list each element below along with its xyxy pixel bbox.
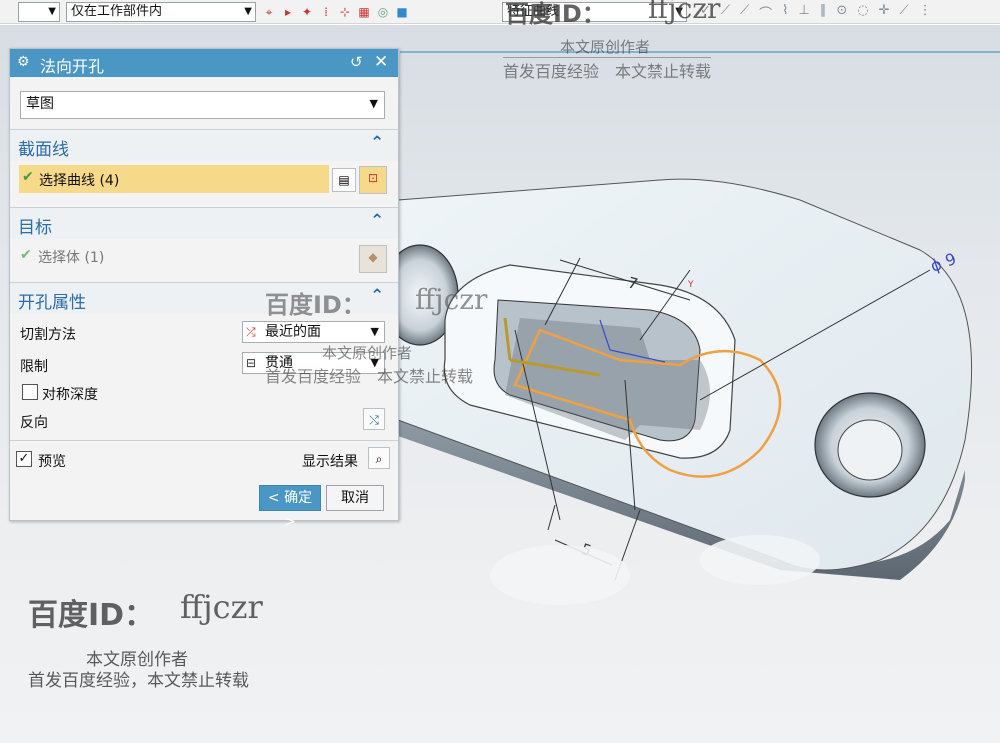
line2-icon[interactable]: ⟋: [740, 3, 749, 22]
quadrant-icon[interactable]: ◌: [857, 3, 868, 22]
select-curve-label: 选择曲线 (4): [39, 173, 120, 189]
dialog-title-bar: ⚙ 法向开孔 ↺ ✕: [10, 49, 398, 77]
chevron-down-icon: ▼: [370, 325, 379, 338]
watermark-line1-top: 本文原创作者: [560, 38, 651, 56]
toolbar-icon-group: ⌖ ▸ ✦ ⁞ ⊹ ▦ ◎ ■: [262, 3, 409, 21]
check-icon: ✔: [22, 169, 34, 185]
intersect-icon[interactable]: ✛: [879, 3, 890, 22]
cube-icon[interactable]: ■: [395, 5, 409, 19]
selection-scope-combo[interactable]: 仅在工作部件内 ▼: [66, 2, 256, 22]
top-toolbar: ▼ 仅在工作部件内 ▼ ⌖ ▸ ✦ ⁞ ⊹ ▦ ◎ ■ 特征曲线 ▼ ✓ ⟋ ⟋…: [0, 0, 1000, 24]
symmetric-depth-label: 对称深度: [42, 387, 98, 403]
ok-button[interactable]: < 确定 >: [259, 485, 321, 530]
cut-method-label: 切割方法: [20, 327, 76, 343]
cancel-button[interactable]: 取消: [326, 485, 384, 511]
dim-icon[interactable]: ⟋: [899, 3, 908, 22]
toolbar-right-icons: ✓ ⟋ ⟋ ⌒ ⌇ ⊥ ∥ ⊙ ◌ ✛ ⟋ ⋮: [700, 3, 932, 22]
section-target-header[interactable]: 目标 ⌃: [10, 207, 398, 239]
watermark-brand-top: 百度ID：: [505, 0, 606, 28]
chevron-down-icon: ▼: [369, 97, 378, 110]
midpoint-icon[interactable]: ⊹: [338, 5, 352, 19]
dialog-title: 法向开孔: [40, 57, 105, 76]
preview-label: 预览: [38, 454, 66, 470]
select-body-label: 选择体 (1): [38, 250, 105, 266]
arc-icon[interactable]: ⌒: [759, 3, 772, 22]
selection-scope-value: 仅在工作部件内: [71, 4, 163, 19]
point-icon[interactable]: ✦: [300, 5, 314, 19]
curve-select-icon[interactable]: ⊡: [359, 166, 387, 194]
close-icon[interactable]: ✕: [374, 52, 388, 72]
divider: [10, 440, 398, 441]
section-props-title: 开孔属性: [18, 293, 86, 313]
watermark-line2-bottom: 首发百度经验，本文禁止转载: [28, 671, 249, 691]
reverse-direction-icon[interactable]: ⤭: [363, 408, 385, 430]
watermark-line2-top: 首发百度经验 本文禁止转载: [503, 57, 712, 82]
cut-method-dropdown[interactable]: ⤮ 最近的面 ▼: [242, 321, 385, 343]
reset-icon[interactable]: ↺: [350, 53, 363, 71]
section-curve-title: 截面线: [18, 140, 69, 160]
dimension-diameter-label: ϕ 9: [928, 249, 959, 276]
watermark-brand-mid: 百度ID：: [265, 291, 366, 319]
gear-icon[interactable]: ⚙: [17, 54, 30, 70]
symmetric-depth-checkbox[interactable]: [22, 384, 38, 400]
cut-method-value: 最近的面: [265, 324, 321, 340]
perp-icon[interactable]: ⊥: [799, 3, 810, 22]
select-curve-row[interactable]: ✔ 选择曲线 (4): [19, 165, 329, 193]
pole-icon[interactable]: ⋮: [919, 3, 932, 22]
watermark-user-top: ffjczr: [648, 0, 721, 25]
solid-body-icon[interactable]: ◆: [359, 245, 387, 273]
magnifier-icon[interactable]: ⌕: [368, 447, 390, 469]
section-curve-header[interactable]: 截面线 ⌃: [10, 129, 398, 161]
watermark-user-bottom: ffjczr: [180, 588, 263, 626]
tangent-icon[interactable]: ⌇: [782, 3, 788, 22]
center-icon[interactable]: ⊙: [836, 3, 847, 22]
type-dropdown[interactable]: 草图 ▼: [20, 91, 385, 119]
show-result-label: 显示结果: [302, 454, 358, 470]
chevron-up-icon[interactable]: ⌃: [370, 286, 384, 306]
sketch-section-icon[interactable]: ▤: [332, 168, 356, 192]
reverse-row: 反向: [10, 412, 398, 434]
chevron-up-icon[interactable]: ⌃: [370, 133, 384, 153]
type-dropdown-value: 草图: [26, 96, 54, 112]
watermark-brand-bottom: 百度ID：: [28, 598, 155, 633]
snap-icon[interactable]: ⌖: [262, 5, 276, 20]
toolbar-combo-left[interactable]: ▼: [18, 2, 60, 22]
watermark-user-mid: ffjczr: [415, 283, 488, 316]
vertex-icon[interactable]: ⁞: [319, 5, 333, 19]
axis-y-label: Y: [687, 280, 694, 290]
nearest-face-icon: ⤮: [246, 325, 256, 339]
limit-label: 限制: [20, 359, 48, 375]
chevron-down-icon: ▼: [244, 6, 252, 17]
line-icon[interactable]: ⟋: [721, 3, 730, 22]
sphere-icon[interactable]: ◎: [376, 5, 390, 19]
grid-icon[interactable]: ▦: [357, 5, 371, 19]
watermark-line1-mid: 本文原创作者: [322, 344, 413, 362]
preview-checkbox[interactable]: ✓: [16, 451, 32, 467]
parallel-icon[interactable]: ∥: [820, 3, 827, 22]
reverse-label: 反向: [20, 415, 48, 431]
through-all-icon: ⊟: [246, 356, 257, 370]
watermark-line2-mid: 首发百度经验 本文禁止转载: [265, 367, 474, 386]
chevron-down-icon: ▼: [48, 6, 56, 17]
filter-icon[interactable]: ▸: [281, 5, 295, 19]
select-body-row[interactable]: ✔ 选择体 (1): [10, 247, 398, 271]
check-icon: ✔: [20, 247, 32, 263]
section-target-title: 目标: [18, 218, 52, 238]
chevron-up-icon[interactable]: ⌃: [370, 211, 384, 231]
